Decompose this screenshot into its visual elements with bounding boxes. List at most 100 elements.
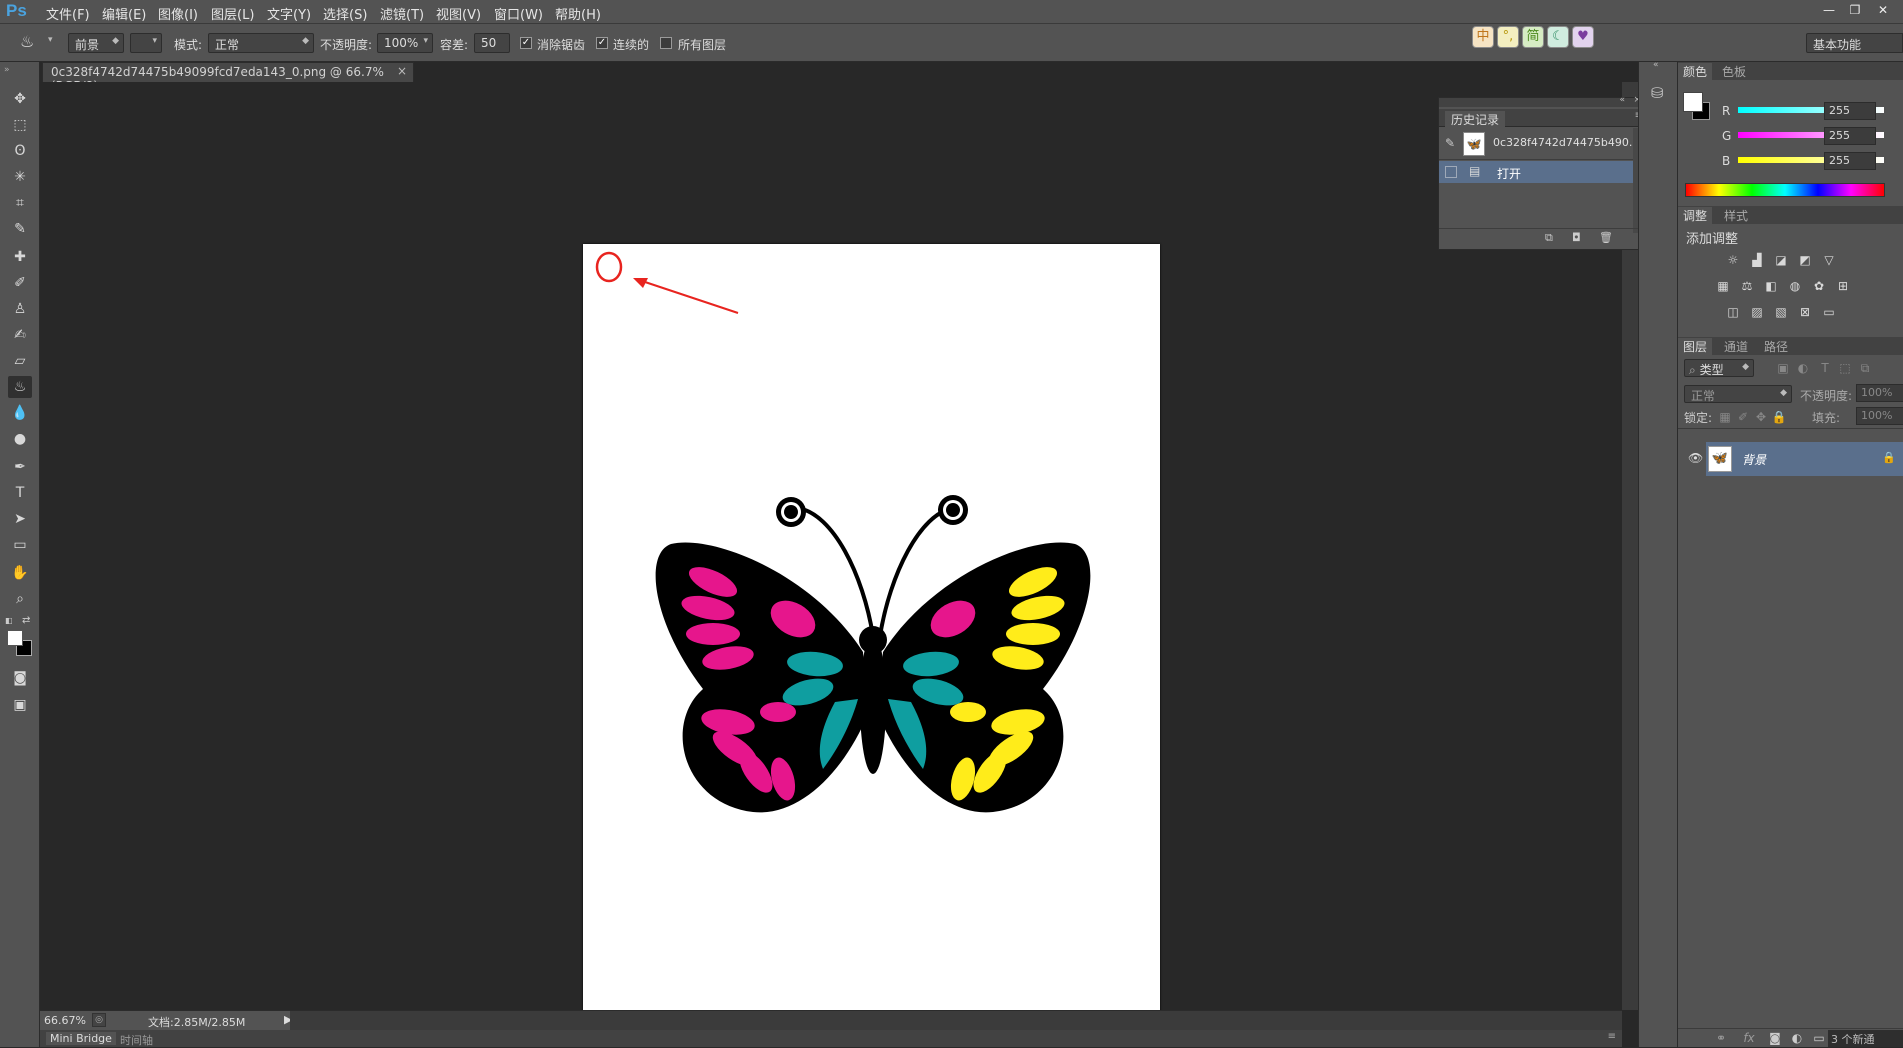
tab-history[interactable]: 历史记录 <box>1445 111 1506 128</box>
marquee-tool-icon[interactable]: ⬚ <box>8 114 32 136</box>
fill-source-select[interactable]: 前景 ◆ <box>68 33 124 53</box>
menu-filter[interactable]: 滤镜(T) <box>380 4 424 23</box>
blend-mode-select[interactable]: 正常 ◆ <box>1684 385 1792 403</box>
dodge-tool-icon[interactable]: ● <box>8 428 32 450</box>
menu-file[interactable]: 文件(F) <box>46 4 90 23</box>
lock-pixels-icon[interactable]: ✐ <box>1734 409 1752 425</box>
tab-color[interactable]: 颜色 <box>1678 63 1713 80</box>
tab-timeline[interactable]: 时间轴 <box>120 1032 153 1048</box>
hue-saturation-icon[interactable]: ▦ <box>1714 278 1732 294</box>
collapse-dock-icon[interactable]: « <box>1653 60 1659 70</box>
workspace-select[interactable]: 基本功能 <box>1806 33 1903 53</box>
new-adjustment-layer-icon[interactable]: ◐ <box>1788 1030 1806 1046</box>
selective-color-icon[interactable]: ⊠ <box>1796 304 1814 320</box>
layer-name[interactable]: 背景 <box>1742 451 1766 468</box>
pattern-picker[interactable]: ▾ <box>130 33 162 53</box>
zoom-level[interactable]: 66.67% <box>44 1014 86 1027</box>
new-document-from-state-icon[interactable]: ⧉ <box>1545 231 1553 245</box>
tab-swatches[interactable]: 色板 <box>1722 63 1746 80</box>
horizontal-scrollbar[interactable] <box>290 1011 1622 1030</box>
mode-select[interactable]: 正常 ◆ <box>208 33 314 53</box>
black-white-icon[interactable]: ◧ <box>1762 278 1780 294</box>
levels-icon[interactable]: ▟ <box>1748 252 1766 268</box>
photo-filter-icon[interactable]: ◍ <box>1786 278 1804 294</box>
filter-smart-object-icon[interactable]: ⧉ <box>1856 360 1874 376</box>
layer-style-icon[interactable]: fx <box>1740 1030 1758 1046</box>
lock-transparent-icon[interactable]: ▦ <box>1716 409 1734 425</box>
close-document-icon[interactable]: × <box>397 64 407 78</box>
tool-preset-chevron-icon[interactable]: ▾ <box>48 35 53 45</box>
swap-colors-icon[interactable]: ⇄ <box>22 615 30 626</box>
vibrance-icon[interactable]: ▽ <box>1820 252 1838 268</box>
move-tool-icon[interactable]: ✥ <box>8 88 32 110</box>
menu-view[interactable]: 视图(V) <box>436 4 481 23</box>
posterize-icon[interactable]: ▨ <box>1748 304 1766 320</box>
new-group-icon[interactable]: ▭ <box>1810 1030 1828 1046</box>
history-panel-icon[interactable]: ⛁ <box>1651 84 1664 102</box>
lock-all-icon[interactable]: 🔒 <box>1770 409 1788 425</box>
paint-bucket-icon[interactable]: ♨ <box>20 32 34 51</box>
tolerance-input[interactable]: 50 <box>474 33 510 53</box>
document-canvas[interactable] <box>583 244 1160 1012</box>
close-window-button[interactable]: ✕ <box>1872 2 1894 18</box>
history-brush-tool-icon[interactable]: ✍ <box>8 324 32 346</box>
invert-icon[interactable]: ◫ <box>1724 304 1742 320</box>
history-brush-source-box[interactable] <box>1445 166 1457 178</box>
status-info-icon[interactable]: ◎ <box>92 1013 106 1027</box>
layer-mask-icon[interactable]: ◙ <box>1766 1030 1784 1046</box>
tab-adjustments[interactable]: 调整 <box>1678 207 1713 224</box>
hand-tool-icon[interactable]: ✋ <box>8 562 32 584</box>
exposure-icon[interactable]: ◩ <box>1796 252 1814 268</box>
default-colors-icon[interactable]: ◧ <box>5 616 13 625</box>
ime-punctuation-button[interactable]: °, <box>1497 26 1519 48</box>
channel-mixer-icon[interactable]: ✿ <box>1810 278 1828 294</box>
contiguous-checkbox[interactable]: ✓ <box>596 37 608 49</box>
canvas-area[interactable] <box>42 82 1622 1012</box>
color-spectrum-bar[interactable] <box>1685 183 1885 197</box>
menu-image[interactable]: 图像(I) <box>158 4 198 23</box>
filter-adjustment-icon[interactable]: ◐ <box>1794 360 1812 376</box>
ime-moon-button[interactable]: ☾ <box>1547 26 1569 48</box>
layer-filter-select[interactable]: ⌕ 类型 ◆ <box>1684 359 1754 377</box>
gradient-map-icon[interactable]: ▭ <box>1820 304 1838 320</box>
stamp-tool-icon[interactable]: ♙ <box>8 298 32 320</box>
path-selection-tool-icon[interactable]: ➤ <box>8 508 32 530</box>
history-brush-source-icon[interactable]: ✎ <box>1445 136 1455 150</box>
layer-visibility-eye-icon[interactable]: 👁 <box>1688 451 1703 465</box>
quick-mask-icon[interactable]: ◙ <box>8 667 32 689</box>
eraser-tool-icon[interactable]: ▱ <box>8 350 32 372</box>
threshold-icon[interactable]: ▧ <box>1772 304 1790 320</box>
ime-skin-button[interactable]: ♥ <box>1572 26 1594 48</box>
channel-b-input[interactable]: 255 <box>1824 152 1876 170</box>
antialias-checkbox[interactable]: ✓ <box>520 37 532 49</box>
magic-wand-tool-icon[interactable]: ✳ <box>8 166 32 188</box>
tab-layers[interactable]: 图层 <box>1678 338 1713 355</box>
eyedropper-tool-icon[interactable]: ✎ <box>8 218 32 240</box>
ime-chinese-button[interactable]: 中 <box>1472 26 1494 48</box>
color-lookup-icon[interactable]: ⊞ <box>1834 278 1852 294</box>
ime-simplified-button[interactable]: 简 <box>1522 26 1544 48</box>
collapse-arrows-icon[interactable]: » <box>4 65 10 75</box>
menu-layer[interactable]: 图层(L) <box>211 4 254 23</box>
channel-r-input[interactable]: 255 <box>1824 102 1876 120</box>
zoom-tool-icon[interactable]: ⌕ <box>8 588 32 610</box>
pen-tool-icon[interactable]: ✒ <box>8 456 32 478</box>
opacity-input[interactable]: 100% ▾ <box>377 33 433 53</box>
lasso-tool-icon[interactable]: ʘ <box>8 140 32 162</box>
screen-mode-icon[interactable]: ▣ <box>8 694 32 716</box>
type-tool-icon[interactable]: T <box>8 482 32 504</box>
document-tab[interactable]: 0c328f4742d74475b49099fcd7eda143_0.png @… <box>42 62 414 93</box>
collapse-panel-icon[interactable]: « <box>1619 95 1625 105</box>
menu-select[interactable]: 选择(S) <box>323 4 367 23</box>
bottom-panel-menu-icon[interactable]: ≡ <box>1608 1031 1616 1042</box>
fill-input[interactable]: 100% <box>1856 407 1903 425</box>
foreground-color-swatch[interactable] <box>7 630 23 646</box>
filter-shape-icon[interactable]: ⬚ <box>1836 360 1854 376</box>
tab-styles[interactable]: 样式 <box>1724 207 1748 224</box>
history-snapshot-row[interactable]: ✎ 🦋 0c328f4742d74475b490... <box>1439 128 1639 160</box>
menu-window[interactable]: 窗口(W) <box>494 4 543 23</box>
link-layers-icon[interactable]: ⚭ <box>1712 1030 1730 1046</box>
layer-opacity-input[interactable]: 100% <box>1856 384 1903 402</box>
restore-button[interactable]: ❐ <box>1844 2 1866 18</box>
filter-pixel-icon[interactable]: ▣ <box>1774 360 1792 376</box>
